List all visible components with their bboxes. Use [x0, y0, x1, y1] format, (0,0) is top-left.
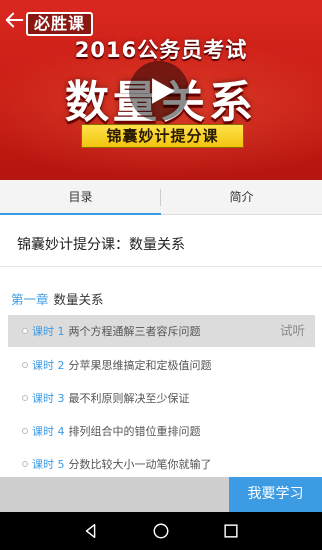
tab-catalog[interactable]: 目录 [0, 180, 161, 215]
lesson-item-5[interactable]: 课时 5 分数比较大小一动笔你就输了 [8, 447, 315, 480]
chapter-number: 第一章 [11, 292, 49, 307]
bullet-icon [22, 427, 28, 434]
banner-subtitle: 锦囊妙计提分课 [81, 124, 244, 148]
lesson-item-2[interactable]: 课时 2 分苹果思维搞定和定极值问题 [8, 348, 315, 381]
lesson-title: 分苹果思维搞定和定极值问题 [68, 358, 212, 372]
lesson-title: 两个方程通解三者容斥问题 [68, 325, 201, 338]
lesson-item-4[interactable]: 课时 4 排列组合中的错位重排问题 [8, 414, 315, 447]
bottom-action-bar: 我要学习 [0, 477, 322, 512]
nav-recents-button[interactable] [221, 521, 241, 541]
divider [0, 266, 322, 267]
chapter-name: 数量关系 [53, 292, 104, 307]
lesson-label: 课时 3 [32, 391, 65, 405]
tab-bar: 目录 简介 [0, 180, 322, 215]
play-icon [152, 78, 175, 104]
bullet-icon [22, 328, 28, 334]
brand-logo: 必胜课 [26, 12, 94, 36]
lesson-label: 课时 1 [32, 325, 65, 338]
lesson-label: 课时 5 [32, 457, 65, 471]
back-arrow-icon [5, 12, 24, 28]
bullet-icon [22, 460, 28, 467]
banner-headline: 2016公务员考试 [74, 38, 248, 62]
lesson-label: 课时 4 [32, 424, 65, 438]
lesson-label: 课时 2 [32, 358, 65, 372]
lesson-title: 分数比较大小一动笔你就输了 [68, 457, 212, 471]
nav-home-button[interactable] [151, 521, 171, 541]
bullet-icon [22, 394, 28, 401]
back-button[interactable] [2, 6, 28, 34]
nav-recents-icon [224, 524, 238, 538]
nav-home-icon [153, 523, 169, 539]
tab-intro[interactable]: 简介 [161, 180, 322, 214]
lesson-list: 课时 1 两个方程通解三者容斥问题 试听 课时 2 分苹果思维搞定和定极值问题 … [8, 315, 315, 480]
lesson-item-1[interactable]: 课时 1 两个方程通解三者容斥问题 试听 [8, 315, 315, 347]
lesson-item-3[interactable]: 课时 3 最不利原则解决至少保证 [8, 381, 315, 414]
bullet-icon [22, 361, 28, 368]
video-banner[interactable]: 必胜课 2016公务员考试 数量关系 锦囊妙计提分课 [0, 0, 322, 180]
nav-back-icon [85, 523, 96, 539]
lesson-title: 排列组合中的错位重排问题 [68, 424, 201, 438]
chapter-heading: 第一章 数量关系 [11, 289, 104, 308]
start-learning-button[interactable]: 我要学习 [229, 477, 322, 512]
lesson-title: 最不利原则解决至少保证 [68, 391, 190, 405]
course-title: 锦囊妙计提分课：数量关系 [17, 237, 185, 253]
play-button[interactable] [129, 61, 189, 121]
nav-back-button[interactable] [81, 521, 101, 541]
tab-divider [160, 189, 161, 206]
system-nav-bar [0, 512, 322, 550]
trial-badge[interactable]: 试听 [280, 315, 305, 347]
